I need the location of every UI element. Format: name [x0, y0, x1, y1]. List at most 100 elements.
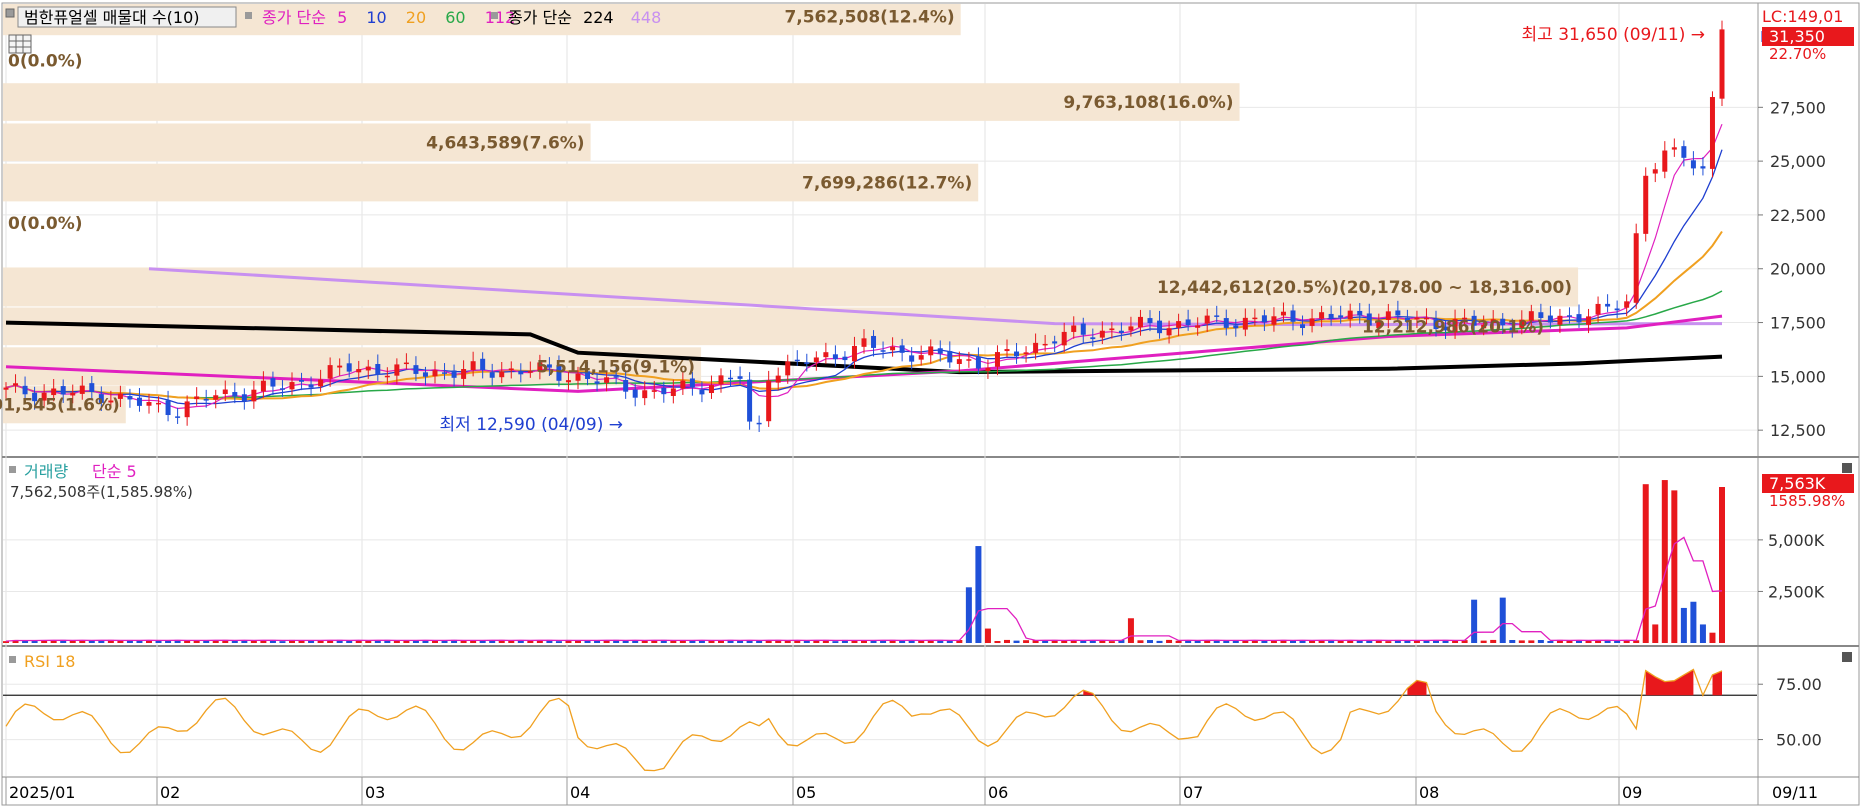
- candle-body: [241, 394, 247, 402]
- candle-body: [766, 380, 772, 422]
- candle-body: [308, 384, 314, 388]
- volume-profile-label: 12,212,986(20.1%): [1362, 317, 1544, 337]
- volume-bar: [1042, 640, 1049, 643]
- volume-bar: [1480, 640, 1487, 643]
- candle-body: [1290, 310, 1296, 322]
- volume-bar: [98, 640, 105, 643]
- high-annotation: 최고 31,650 (09/11) →: [1522, 25, 1705, 45]
- volume-title: 거래량: [24, 462, 68, 481]
- candle-body: [270, 378, 276, 387]
- candle-body: [1328, 313, 1334, 318]
- last-change-pct: 22.70%: [1769, 45, 1826, 63]
- candle-body: [1090, 337, 1096, 340]
- volume-bar: [651, 640, 658, 643]
- volume-bar: [1709, 632, 1716, 643]
- volume-bar: [508, 640, 515, 643]
- candle-body: [937, 348, 943, 354]
- volume-bar: [1147, 640, 1153, 643]
- candle-body: [632, 389, 638, 398]
- candle-body: [1643, 175, 1649, 234]
- legend-ma-long: 종가 단순 224 448: [508, 8, 661, 27]
- volume-profile-label: 9,763,108(16.0%): [1063, 93, 1233, 113]
- volume-bar: [622, 640, 629, 643]
- candle-body: [1633, 233, 1639, 303]
- candle-body: [699, 389, 705, 395]
- chart-window: 7,562,508(12.4%) 0(0.0%) 9,763,108(16.0%) 4…: [0, 0, 1863, 808]
- volume-bar: [1023, 640, 1030, 643]
- volume-bar: [1614, 640, 1621, 643]
- volume-bar: [279, 641, 286, 643]
- price-tick-label: 15,000: [1770, 367, 1826, 386]
- candle-body: [89, 383, 95, 392]
- candle-body: [1261, 315, 1267, 323]
- candle-body: [1118, 330, 1124, 333]
- candle-body: [899, 345, 905, 353]
- price-tick-label: 12,500: [1770, 421, 1826, 440]
- stock-chart[interactable]: 7,562,508(12.4%) 0(0.0%) 9,763,108(16.0%) 4…: [0, 0, 1863, 808]
- volume-bar: [1166, 639, 1173, 643]
- volume-bar: [1595, 640, 1602, 643]
- candle-body: [1052, 341, 1058, 344]
- volume-bar: [212, 640, 219, 643]
- candle-body: [1004, 349, 1010, 352]
- volume-bar: [1518, 640, 1525, 643]
- low-annotation: 최저 12,590 (04/09) →: [440, 415, 623, 435]
- candle-body: [880, 350, 886, 352]
- candle-body: [956, 359, 962, 364]
- candle-body: [51, 388, 57, 396]
- candle-body: [1147, 318, 1153, 324]
- volume-bar: [946, 641, 953, 643]
- candle-body: [1252, 317, 1258, 320]
- candle-body: [1137, 316, 1143, 328]
- candle-body: [794, 359, 800, 362]
- month-label: 08: [1419, 783, 1439, 802]
- candle-body: [1671, 147, 1677, 150]
- grid-table-icon[interactable]: [8, 34, 32, 54]
- candle-body: [384, 375, 390, 378]
- volume-bar: [1661, 480, 1668, 643]
- candle-body: [1061, 331, 1067, 346]
- price-tick-label: 22,500: [1770, 206, 1826, 225]
- legend-ma-prefix: 종가 단순: [262, 8, 326, 27]
- candle-body: [1595, 303, 1601, 315]
- volume-bar: [231, 640, 238, 643]
- candle-body: [642, 390, 648, 399]
- candle-body: [804, 362, 810, 364]
- volume-bar: [718, 641, 724, 643]
- volume-bar: [346, 640, 353, 643]
- volume-bar: [1642, 484, 1649, 643]
- month-label: 04: [570, 783, 590, 802]
- candle-body: [737, 376, 743, 379]
- candle-body: [718, 375, 724, 385]
- candle-body: [356, 369, 362, 373]
- candle-body: [1700, 166, 1706, 169]
- candle-body: [413, 365, 419, 374]
- rsi-panel-close-icon[interactable]: [1842, 652, 1852, 662]
- month-label: 2025/01: [9, 783, 75, 802]
- candle-body: [1357, 310, 1363, 316]
- legend-ma10: 10: [366, 8, 386, 27]
- candle-body: [565, 380, 571, 383]
- volume-bar: [69, 640, 76, 643]
- volume-panel-close-icon[interactable]: [1842, 463, 1852, 473]
- candle-body: [489, 372, 495, 378]
- candle-body: [480, 358, 486, 370]
- volume-bar: [117, 641, 124, 643]
- candle-body: [1204, 315, 1210, 324]
- candle-body: [394, 364, 400, 376]
- volume-bar: [1528, 640, 1535, 643]
- candle-body: [461, 369, 467, 379]
- candle-body: [175, 416, 181, 418]
- candle-body: [1309, 318, 1315, 326]
- candle-body: [1319, 312, 1325, 319]
- candle-body: [1566, 315, 1572, 317]
- candle-body: [527, 371, 533, 373]
- candle-body: [1223, 318, 1229, 328]
- candle-body: [871, 335, 877, 348]
- candle-body: [127, 396, 133, 400]
- volume-ma-label: 단순 5: [92, 462, 137, 481]
- candle-body: [194, 396, 200, 400]
- candle-body: [1099, 330, 1105, 338]
- candle-body: [1557, 315, 1563, 325]
- candle-body: [604, 377, 610, 383]
